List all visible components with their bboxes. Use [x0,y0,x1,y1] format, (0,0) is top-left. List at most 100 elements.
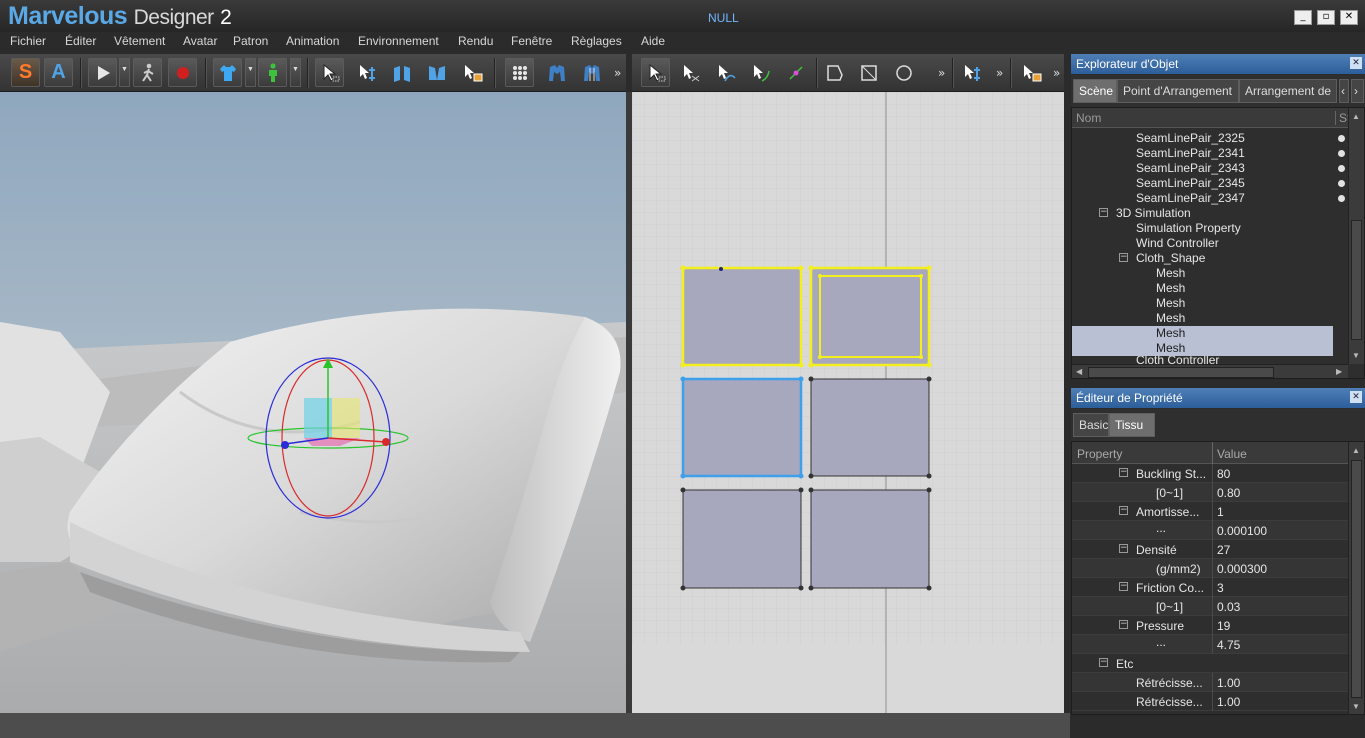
2d-select-button[interactable] [641,58,670,87]
menu-animation[interactable]: Animation [286,34,339,48]
property-row[interactable]: − Amortisse... 1 [1072,502,1348,521]
property-value[interactable]: 1.00 [1217,695,1240,709]
property-value[interactable]: 0.000100 [1217,524,1267,538]
menu-rendu[interactable]: Rendu [458,34,493,48]
collapse-icon[interactable]: − [1119,582,1128,591]
avatar-button[interactable] [258,58,287,87]
menu-avatar[interactable]: Avatar [183,34,217,48]
state-dot-icon[interactable] [1338,165,1345,172]
collapse-icon[interactable]: − [1099,208,1108,217]
collapse-icon[interactable]: − [1099,658,1108,667]
tree-item[interactable]: −3D Simulation [1072,206,1348,221]
property-row[interactable]: Rétrécisse... 1.00 [1072,673,1348,692]
edit-pattern-button[interactable] [676,58,705,87]
tab-scene[interactable]: Scène [1073,79,1117,103]
scroll-up-icon[interactable]: ▲ [1352,112,1360,121]
garment-dropdown[interactable]: ▼ [245,58,256,87]
animation-mode-button[interactable]: A [44,58,73,87]
tab-tissu[interactable]: Tissu [1109,413,1155,437]
rectangle-button[interactable] [854,58,883,87]
menu-fichier[interactable]: Fichier [10,34,46,48]
object-explorer-tree[interactable]: Nom St SeamLinePair_2325 SeamLinePair_23… [1071,107,1365,379]
property-value[interactable]: 0.80 [1217,486,1240,500]
property-row[interactable]: − Densité 27 [1072,540,1348,559]
toolbar-more-button[interactable]: » [1053,66,1060,80]
property-grid[interactable]: Property Value − Buckling St... 80 [0~1] 0.… [1071,441,1365,715]
select-mesh-button[interactable] [458,58,487,87]
property-row[interactable]: − Pressure 19 [1072,616,1348,635]
property-value[interactable]: 1 [1217,505,1224,519]
pattern-piece[interactable] [680,487,804,591]
property-value[interactable]: 0.000300 [1217,562,1267,576]
tree-item[interactable]: SeamLinePair_2325 [1072,131,1348,146]
unfold-button[interactable] [422,58,451,87]
garment-layer-button[interactable] [577,58,606,87]
property-value[interactable]: 3 [1217,581,1224,595]
tree-item[interactable]: Cloth Controller [1072,356,1348,364]
restore-button[interactable]: ▫ [1317,10,1335,25]
select-point-button[interactable] [352,58,381,87]
tab-arrangement[interactable]: Arrangement de [1239,79,1337,103]
simulation-mode-button[interactable]: S [11,58,40,87]
scroll-right-icon[interactable]: ▶ [1336,367,1342,376]
property-row[interactable]: (g/mm2) 0.000300 [1072,559,1348,578]
collapse-icon[interactable]: − [1119,506,1128,515]
avatar-dropdown[interactable]: ▼ [290,58,301,87]
property-row[interactable]: − Buckling St... 80 [1072,464,1348,483]
close-icon[interactable]: ✕ [1350,391,1362,403]
menu-editer[interactable]: Éditer [65,34,96,48]
polygon-button[interactable] [819,58,848,87]
property-value[interactable]: 19 [1217,619,1230,633]
tree-item[interactable]: Mesh [1072,266,1348,281]
tree-item-selected[interactable]: Mesh [1072,326,1333,341]
property-row[interactable]: Rétrécisse... 1.00 [1072,692,1348,711]
menu-environnement[interactable]: Environnement [358,34,439,48]
2d-select-point-button[interactable] [957,58,986,87]
property-row[interactable]: [0~1] 0.80 [1072,483,1348,502]
toolbar-more-button[interactable]: » [614,66,621,80]
property-row[interactable]: ... 0.000100 [1072,521,1348,540]
state-dot-icon[interactable] [1338,150,1345,157]
scroll-thumb[interactable] [1351,220,1362,340]
tree-item[interactable]: − Cloth_Shape [1072,251,1348,266]
state-dot-icon[interactable] [1338,195,1345,202]
pattern-piece[interactable] [808,376,932,479]
points-button[interactable] [505,58,534,87]
tree-item[interactable]: SeamLinePair_2347 [1072,191,1348,206]
property-value[interactable]: 27 [1217,543,1230,557]
property-value[interactable]: 1.00 [1217,676,1240,690]
2d-pattern-viewport[interactable] [632,92,1064,713]
toolbar-more-button[interactable]: » [938,66,945,80]
scroll-thumb[interactable] [1088,367,1274,378]
toolbar-more-button[interactable]: » [996,66,1003,80]
collapse-icon[interactable]: − [1119,468,1128,477]
tack-button[interactable] [542,58,571,87]
close-icon[interactable]: ✕ [1350,57,1362,69]
collapse-icon[interactable]: − [1119,544,1128,553]
pattern-piece[interactable] [808,265,932,368]
property-value[interactable]: 4.75 [1217,638,1240,652]
2d-select-mesh-button[interactable] [1017,58,1046,87]
property-row[interactable]: − Friction Co... 3 [1072,578,1348,597]
record-button[interactable] [168,58,197,87]
property-value[interactable]: 0.03 [1217,600,1240,614]
state-dot-icon[interactable] [1338,180,1345,187]
tree-item[interactable]: Mesh [1072,311,1348,326]
property-row[interactable]: [0~1] 0.03 [1072,597,1348,616]
scroll-thumb[interactable] [1351,460,1362,698]
tree-item-selected[interactable]: Mesh [1072,341,1333,356]
edit-curve-button[interactable] [711,58,740,87]
pattern-piece[interactable] [680,265,804,368]
menu-fenetre[interactable]: Fenêtre [511,34,552,48]
play-button[interactable] [88,58,117,87]
tree-item[interactable]: Mesh [1072,281,1348,296]
tree-vertical-scrollbar[interactable]: ▲ ▼ [1348,108,1364,364]
property-row[interactable]: ... 4.75 [1072,635,1348,654]
curve-point-button[interactable] [746,58,775,87]
pattern-piece[interactable] [680,376,804,479]
collapse-icon[interactable]: − [1119,253,1128,262]
minimize-button[interactable]: _ [1294,10,1312,25]
walk-button[interactable] [133,58,162,87]
circle-button[interactable] [889,58,918,87]
property-row[interactable]: − Etc [1072,654,1348,673]
